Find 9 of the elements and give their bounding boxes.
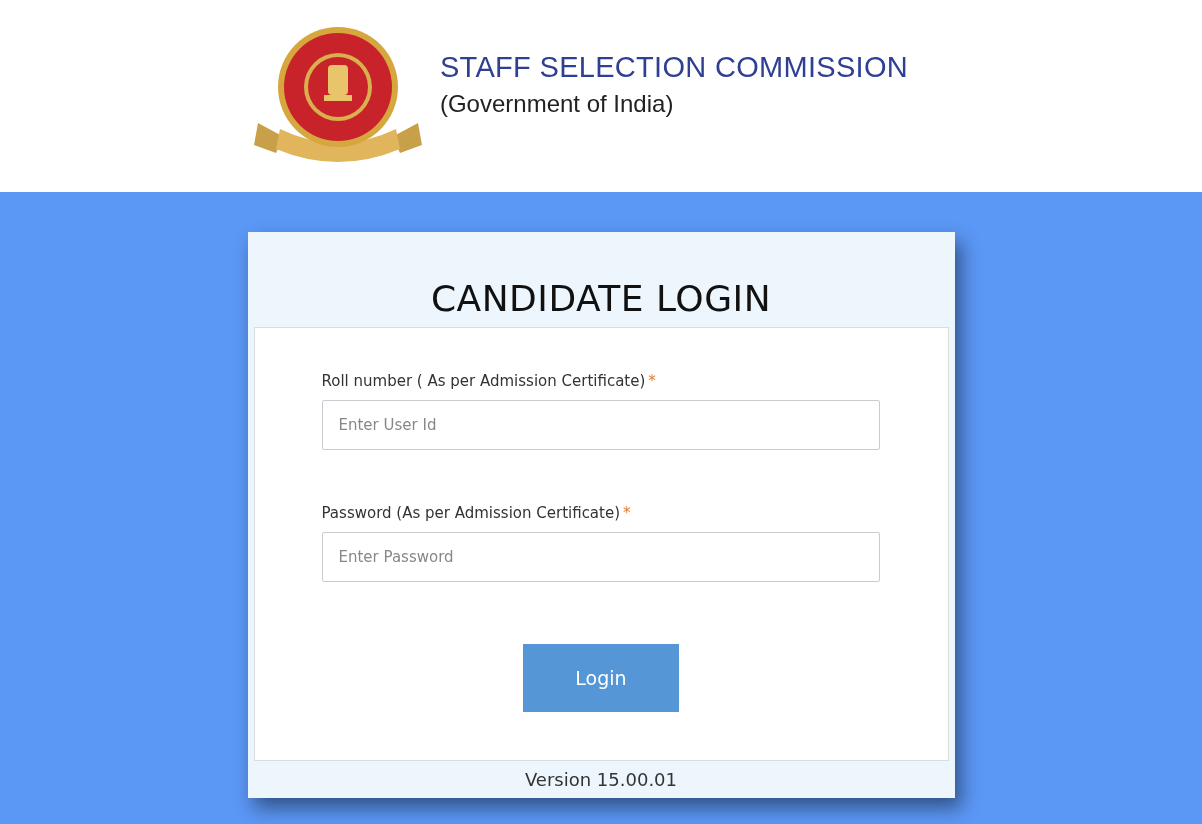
login-button[interactable]: Login xyxy=(523,644,679,712)
organization-title: STAFF SELECTION COMMISSION xyxy=(439,50,909,84)
field-label: Roll number ( As per Admission Certificate) * xyxy=(321,372,657,390)
input-field[interactable]: Enter Password xyxy=(321,532,880,582)
version-text: Version 15.00.01 xyxy=(524,769,678,790)
field-label: Password (As per Admission Certificate) * xyxy=(321,504,632,522)
login-title: CANDIDATE LOGIN xyxy=(430,278,772,319)
organization-subtitle: (Government of India) xyxy=(439,89,675,118)
input-field[interactable]: Enter User Id xyxy=(321,400,880,450)
